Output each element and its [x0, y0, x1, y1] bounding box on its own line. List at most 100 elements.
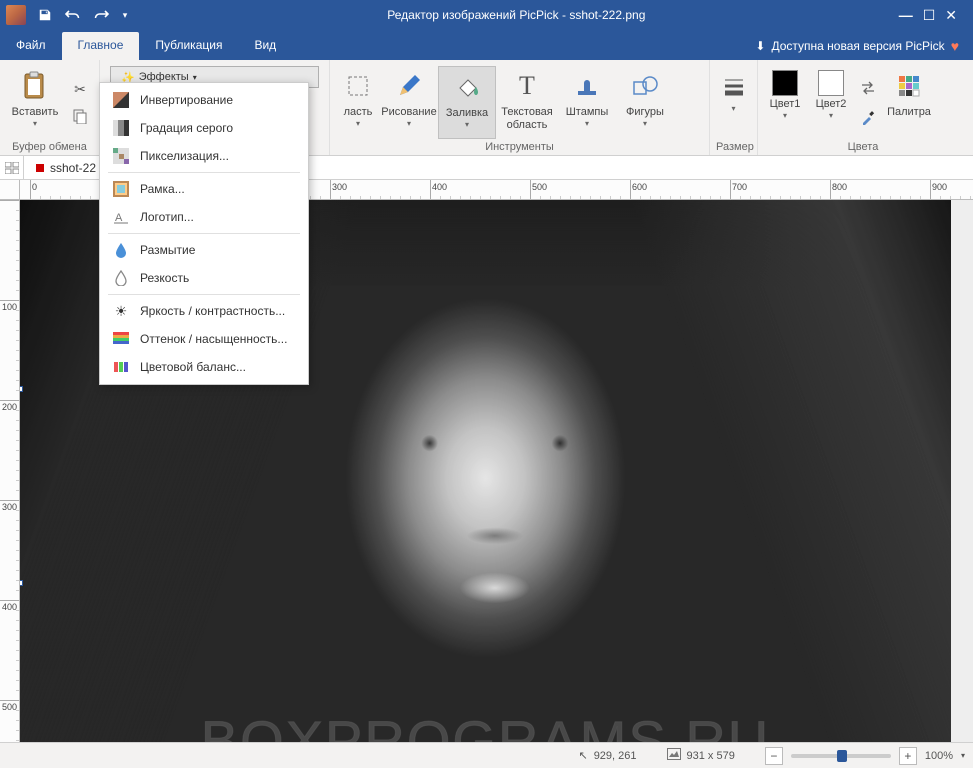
paste-button[interactable]: Вставить ▾ [6, 66, 64, 139]
draw-button[interactable]: Рисование ▾ [380, 66, 438, 139]
pixelate-icon [112, 147, 130, 165]
hue-icon [112, 330, 130, 348]
logo-icon: A [112, 208, 130, 226]
group-size: ▾ Размер [710, 60, 758, 155]
undo-icon[interactable] [60, 2, 86, 28]
color2-button[interactable]: Цвет2 ▾ [810, 66, 852, 139]
tab-view[interactable]: Вид [238, 32, 292, 60]
size-button[interactable]: ▾ [716, 66, 752, 139]
pencil-icon [393, 70, 425, 102]
titlebar: ▾ Редактор изображений PicPick - sshot-2… [0, 0, 973, 30]
modified-indicator [36, 164, 44, 172]
ribbon-tabs: Файл Главное Публикация Вид ⬇ Доступна н… [0, 30, 973, 60]
svg-text:A: A [115, 212, 123, 224]
qat-dropdown-icon[interactable]: ▾ [116, 2, 134, 28]
group-clipboard-label: Буфер обмена [6, 139, 93, 153]
swap-colors-icon[interactable] [856, 76, 880, 100]
tab-publish[interactable]: Публикация [139, 32, 238, 60]
image-dimensions: 931 x 579 [667, 748, 735, 763]
tab-main[interactable]: Главное [62, 32, 140, 60]
shapes-button[interactable]: Фигуры ▾ [616, 66, 674, 139]
shapes-label: Фигуры [626, 106, 664, 119]
select-label: ласть [344, 106, 373, 119]
save-icon[interactable] [32, 2, 58, 28]
copy-icon[interactable] [68, 104, 92, 128]
separator [108, 294, 300, 295]
effect-grayscale[interactable]: Градация серого [100, 114, 308, 142]
resize-handle[interactable] [20, 580, 23, 586]
zoom-in-button[interactable]: + [899, 747, 917, 765]
sharpen-icon [112, 269, 130, 287]
chevron-down-icon: ▾ [193, 73, 197, 82]
minimize-button[interactable]: — [899, 7, 913, 24]
palette-button[interactable]: Палитра [884, 66, 934, 139]
zoom-out-button[interactable]: − [765, 747, 783, 765]
zoom-control: − + 100% ▾ [765, 747, 965, 765]
document-tab[interactable]: sshot-22 [24, 158, 109, 178]
color1-button[interactable]: Цвет1 ▾ [764, 66, 806, 139]
file-menu[interactable]: Файл [0, 32, 62, 60]
effect-invert[interactable]: Инвертирование [100, 86, 308, 114]
select-icon [342, 70, 374, 102]
line-weight-icon [718, 70, 750, 102]
redo-icon[interactable] [88, 2, 114, 28]
text-icon: T [511, 70, 543, 102]
app-icon[interactable] [4, 2, 30, 28]
separator [108, 233, 300, 234]
eyedropper-icon[interactable] [856, 106, 880, 130]
cursor-position: ↖ 929, 261 [578, 749, 636, 762]
effect-brightness[interactable]: ☀Яркость / контрастность... [100, 297, 308, 325]
group-tools-label: Инструменты [336, 139, 703, 153]
ruler-vertical: 100200300400500 [0, 200, 20, 742]
separator [108, 172, 300, 173]
color1-swatch [772, 70, 798, 96]
stamps-label: Штампы [566, 106, 609, 119]
text-button[interactable]: T Текстовая область [496, 66, 558, 139]
update-notice-label: Доступна новая версия PicPick [771, 39, 944, 53]
blur-icon [112, 241, 130, 259]
cursor-icon: ↖ [578, 749, 587, 762]
effect-hue[interactable]: Оттенок / насыщенность... [100, 325, 308, 353]
image-dimensions-value: 931 x 579 [687, 750, 735, 762]
text-label: Текстовая область [498, 106, 556, 132]
update-notice[interactable]: ⬇ Доступна новая версия PicPick ♥ [741, 32, 973, 60]
chevron-down-icon[interactable]: ▾ [961, 751, 965, 760]
fill-label: Заливка [446, 107, 488, 120]
statusbar: ↖ 929, 261 931 x 579 − + 100% ▾ [0, 742, 973, 768]
clipboard-icon [19, 70, 51, 102]
select-button[interactable]: ласть ▾ [336, 66, 380, 139]
zoom-value: 100% [925, 750, 953, 762]
cut-icon[interactable]: ✂ [68, 78, 92, 102]
effect-sharpen[interactable]: Резкость [100, 264, 308, 292]
invert-icon [112, 91, 130, 109]
stamps-button[interactable]: Штампы ▾ [558, 66, 616, 139]
heart-icon: ♥ [951, 38, 959, 54]
fill-button[interactable]: Заливка ▾ [438, 66, 496, 139]
paste-label: Вставить [12, 106, 59, 119]
color2-label: Цвет2 [816, 98, 847, 111]
effect-frame[interactable]: Рамка... [100, 175, 308, 203]
effect-blur[interactable]: Размытие [100, 236, 308, 264]
zoom-slider-thumb[interactable] [837, 750, 847, 762]
group-tools: ласть ▾ Рисование ▾ Заливка ▾ T Текстова… [330, 60, 710, 155]
color2-swatch [818, 70, 844, 96]
watermark: BOXPROGRAMS.RU [201, 708, 770, 742]
palette-label: Палитра [887, 106, 931, 119]
window-list-icon[interactable] [0, 156, 24, 179]
maximize-button[interactable]: ☐ [923, 7, 936, 24]
effects-dropdown: Инвертирование Градация серого Пикселиза… [99, 82, 309, 385]
palette-icon [893, 70, 925, 102]
stamp-icon [571, 70, 603, 102]
effect-pixelate[interactable]: Пикселизация... [100, 142, 308, 170]
effect-logo[interactable]: AЛоготип... [100, 203, 308, 231]
document-tab-label: sshot-22 [50, 161, 96, 175]
resize-handle[interactable] [20, 386, 23, 392]
zoom-slider[interactable] [791, 754, 891, 758]
close-button[interactable]: ✕ [945, 7, 957, 24]
draw-label: Рисование [381, 106, 436, 119]
grayscale-icon [112, 119, 130, 137]
image-size-icon [667, 748, 681, 763]
chevron-down-icon: ▾ [33, 121, 37, 127]
effect-color-balance[interactable]: Цветовой баланс... [100, 353, 308, 381]
shapes-icon [629, 70, 661, 102]
